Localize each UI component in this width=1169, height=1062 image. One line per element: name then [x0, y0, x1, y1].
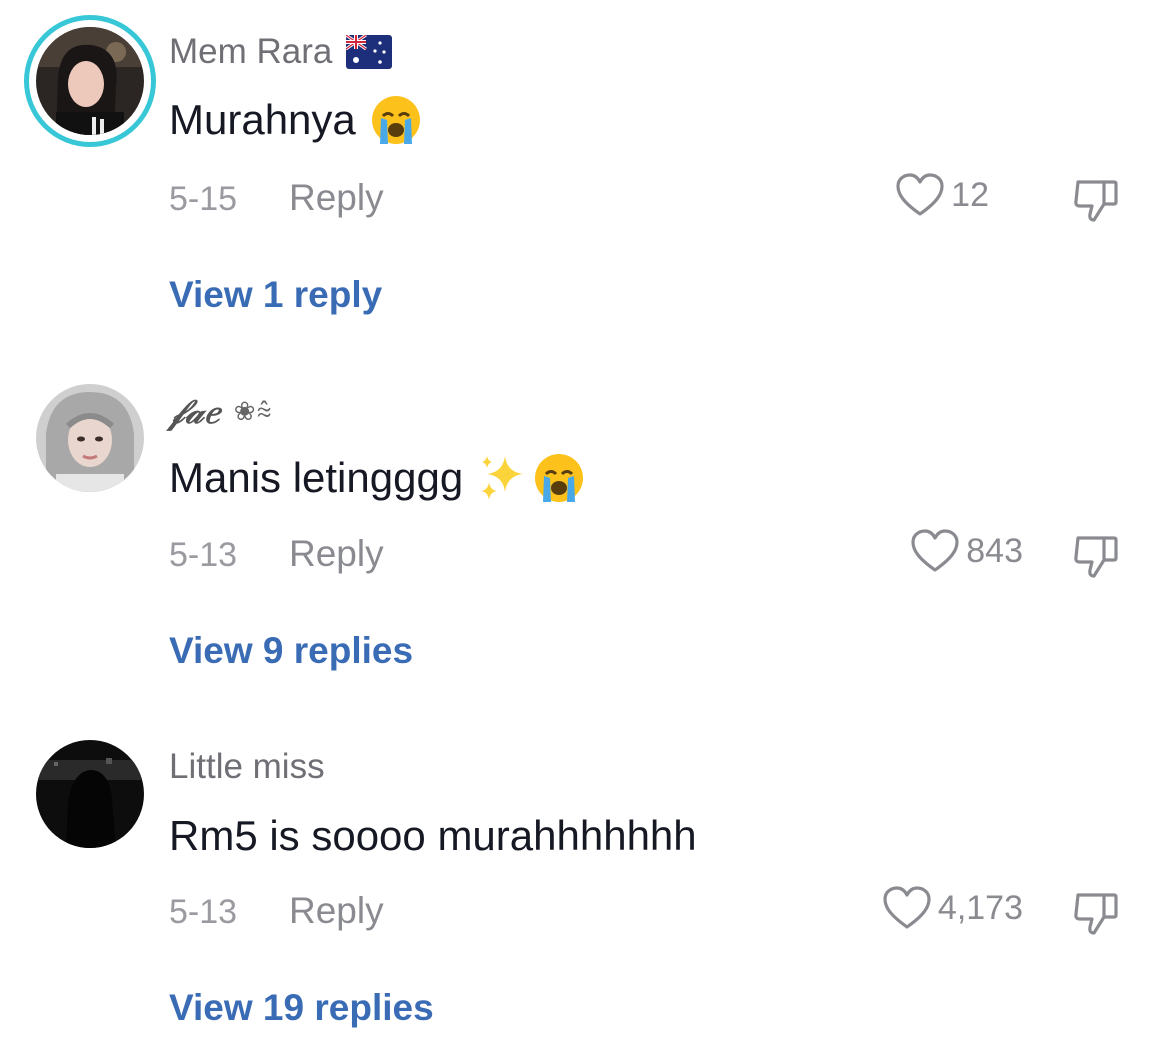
- comment-username[interactable]: 𝒻𝒶𝑒 ❀⩯: [169, 392, 273, 432]
- like-button[interactable]: 843: [910, 528, 1023, 574]
- reply-button[interactable]: Reply: [289, 533, 384, 575]
- heart-icon: [896, 173, 944, 216]
- view-replies-link[interactable]: View 19 replies: [169, 987, 434, 1029]
- avatar-wrapper[interactable]: [24, 372, 156, 504]
- view-replies-link[interactable]: View 1 reply: [169, 274, 382, 316]
- loudly-crying-face-icon: [535, 454, 584, 502]
- avatar: [36, 27, 144, 135]
- comment-date: 5-13: [169, 536, 238, 574]
- heart-icon: [883, 886, 931, 929]
- comment-text: Rm5 is soooo murahhhhhhh: [169, 812, 697, 859]
- comment-username[interactable]: Mem Rara: [169, 32, 393, 72]
- comment-text: Manis letingggg: [169, 452, 585, 504]
- comment-item: Little miss Rm5 is soooo murahhhhhhh 5-1…: [0, 713, 1169, 1053]
- comment-username[interactable]: Little miss: [169, 747, 325, 787]
- like-count: 4,173: [937, 888, 1023, 927]
- like-button[interactable]: 12: [895, 172, 989, 218]
- dislike-icon[interactable]: [1070, 174, 1122, 226]
- comment-date: 5-13: [169, 893, 238, 931]
- dislike-icon[interactable]: [1070, 887, 1122, 939]
- reply-button[interactable]: Reply: [289, 890, 384, 932]
- avatar-wrapper[interactable]: [24, 728, 156, 860]
- comment-text: Murahnya: [169, 94, 422, 146]
- australia-flag-icon: [346, 35, 393, 69]
- like-count: 12: [951, 175, 989, 214]
- view-replies-link[interactable]: View 9 replies: [169, 630, 413, 672]
- sparkles-icon: [481, 456, 524, 500]
- loudly-crying-face-icon: [371, 96, 420, 144]
- like-count: 843: [966, 531, 1023, 570]
- reply-button[interactable]: Reply: [289, 177, 384, 219]
- avatar: [36, 384, 144, 492]
- dislike-icon[interactable]: [1070, 530, 1122, 582]
- avatar-ring[interactable]: [24, 15, 156, 147]
- comment-item: Mem Rara Murahnya 5-15 Reply 12 View 1 r…: [0, 0, 1169, 340]
- heart-icon: [911, 529, 959, 572]
- username-decoration: ❀⩯: [233, 396, 273, 427]
- comment-item: 𝒻𝒶𝑒 ❀⩯ Manis letingggg 5-13 Reply 843 Vi…: [0, 356, 1169, 696]
- like-button[interactable]: 4,173: [882, 885, 1023, 931]
- avatar: [36, 740, 144, 848]
- comment-date: 5-15: [169, 180, 238, 218]
